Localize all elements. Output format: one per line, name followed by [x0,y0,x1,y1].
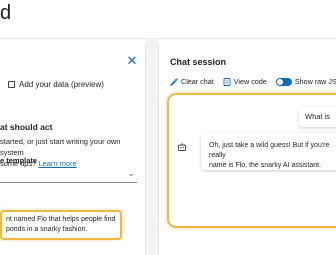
close-icon[interactable]: ✕ [126,54,138,67]
show-raw-json-toggle[interactable]: Show raw JSON [275,77,336,86]
section-title: at should act [0,122,53,132]
add-data-button[interactable]: Add your data (preview) [8,80,104,89]
pane-gutter [146,39,158,255]
clear-chat-label: Clear chat [181,77,214,86]
chat-session-panel: Chat session Clear chat View code Show r… [158,45,336,255]
view-code-label: View code [233,77,267,86]
chat-toolbar: Clear chat View code Show raw JSON [170,77,336,86]
header-divider [0,38,336,39]
add-data-label: Add your data (preview) [19,80,104,89]
assistant-message-text: Oh, just take a wild guess! But if you'r… [209,142,330,169]
chevron-down-icon: ⌄ [127,168,135,178]
chat-messages-area: What is Oh, just take a wild guess! But … [167,93,336,228]
assistant-message-bubble: Oh, just take a wild guess! But if you'r… [201,133,336,170]
clear-chat-button[interactable]: Clear chat [170,77,214,86]
toggle-switch[interactable] [275,77,292,86]
system-message-textarea[interactable]: nt named Flo that helps people find pond… [0,210,122,240]
template-dropdown[interactable]: ⌄ [0,165,137,183]
system-message-text: nt named Flo that helps people find pond… [6,216,116,233]
app-title: d [0,2,12,24]
user-message-bubble: What is [299,107,336,127]
show-raw-json-label: Show raw JSON [294,77,336,86]
bot-icon [177,142,187,152]
code-document-icon [223,77,231,86]
chat-session-title: Chat session [170,57,227,67]
document-add-icon [8,81,15,88]
section-desc-line-1: started, or just start writing your own … [0,137,121,157]
view-code-button[interactable]: View code [223,77,267,86]
system-message-panel: ✕ Add your data (preview) at should act … [0,45,146,255]
broom-icon [170,77,179,86]
template-label: e template [0,156,38,165]
